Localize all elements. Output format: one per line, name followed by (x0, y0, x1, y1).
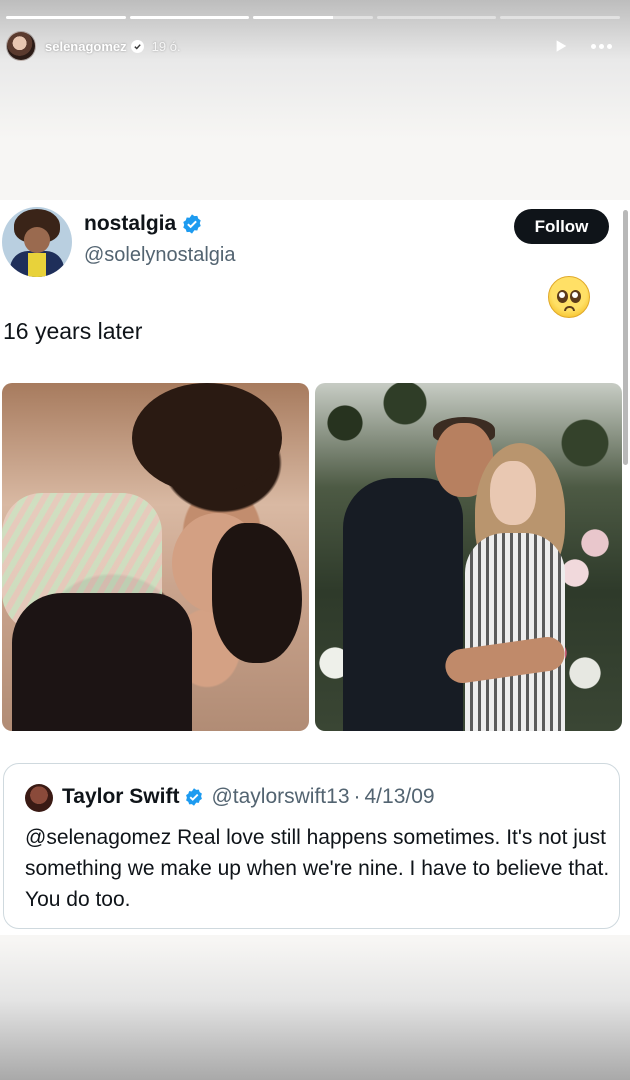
tweet-author-name[interactable]: nostalgia (84, 212, 176, 236)
quoted-author-name[interactable]: Taylor Swift (62, 785, 179, 809)
story-progress-segment (376, 16, 497, 19)
verified-badge-icon (130, 39, 144, 53)
tweet-author-avatar[interactable] (2, 207, 72, 277)
story-progress-segment (500, 16, 620, 19)
play-icon[interactable] (553, 38, 569, 54)
tweet-author-handle[interactable]: @solelynostalgia (84, 244, 236, 267)
scrollbar[interactable] (623, 210, 628, 465)
story-username[interactable]: selenagomez (45, 39, 127, 54)
tweet-card: nostalgia @solelynostalgia Follow 16 yea… (0, 200, 630, 935)
verified-badge-icon (186, 788, 203, 806)
separator-dot: · (353, 785, 361, 808)
quoted-author-avatar[interactable] (25, 784, 53, 812)
quoted-tweet[interactable]: Taylor Swift @taylorswift13 · 4/13/09 @s… (3, 763, 620, 929)
tweet-text: 16 years later (3, 318, 143, 344)
story-progress-segment (253, 16, 373, 19)
story-avatar[interactable] (6, 31, 36, 61)
verified-badge-icon (183, 214, 201, 234)
tweet-photo-right[interactable] (315, 383, 622, 731)
story-timestamp: 19 ó. (151, 38, 181, 54)
story-progress-bars (6, 16, 620, 19)
quoted-author-handle[interactable]: @taylorswift13 (211, 785, 349, 809)
tweet-photo-left[interactable] (2, 383, 309, 731)
pleading-face-emoji (548, 276, 590, 318)
story-progress-segment (129, 16, 250, 19)
quoted-tweet-text: @selenagomez Real love still happens som… (25, 826, 610, 911)
story-progress-segment (6, 16, 126, 19)
follow-button[interactable]: Follow (514, 209, 609, 244)
story-header: selenagomez 19 ó. (6, 30, 620, 62)
quoted-tweet-date: 4/13/09 (364, 785, 435, 808)
more-options-icon[interactable] (591, 43, 612, 49)
